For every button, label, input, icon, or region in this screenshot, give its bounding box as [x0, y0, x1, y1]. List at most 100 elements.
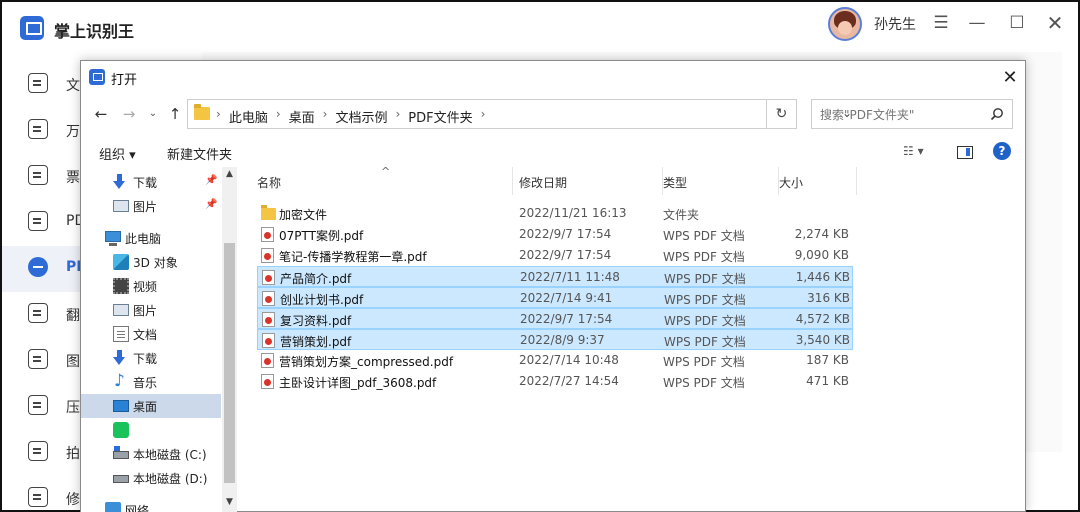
nav-pane-item[interactable]: 网络 [81, 498, 221, 512]
nav-pane-item[interactable]: 下载 [81, 346, 221, 370]
nav-pane-item[interactable]: 视频 [81, 274, 221, 298]
column-header-size-label: 大小 [779, 176, 804, 190]
column-header-type[interactable]: 类型 [663, 167, 779, 195]
file-row[interactable]: 笔记-传播学教程第一章.pdf 2022/9/7 17:54 WPS PDF 文档 9… [257, 245, 853, 266]
download-icon [113, 174, 129, 190]
file-row[interactable]: 营销策划.pdf 2022/8/9 9:37 WPS PDF 文档 3,540 KB [257, 329, 853, 350]
file-size: 4,572 KB [795, 312, 850, 326]
breadcrumb-item[interactable]: 桌面 [289, 107, 315, 126]
pdf-icon [28, 211, 48, 231]
column-header-type-label: 类型 [663, 176, 688, 190]
breadcrumb-separator-icon[interactable]: › [395, 107, 400, 126]
file-modified-date: 2022/9/7 17:54 [520, 312, 613, 326]
sidebar-item-0[interactable]: 文 [2, 62, 92, 108]
refresh-icon[interactable]: ↻ [767, 99, 797, 129]
minimize-icon[interactable]: — [964, 10, 990, 36]
file-row[interactable]: 产品简介.pdf 2022/7/11 11:48 WPS PDF 文档 1,446 K… [257, 266, 853, 287]
nav-pane-item[interactable]: 图片 [81, 298, 221, 322]
nav-pane-item[interactable]: 音乐 [81, 370, 221, 394]
breadcrumb-separator-icon[interactable]: › [323, 107, 328, 126]
breadcrumb-separator-icon[interactable]: › [481, 107, 486, 126]
breadcrumb-item[interactable]: PDF文件夹 [408, 107, 472, 126]
sidebar-item-3[interactable]: PD [2, 200, 92, 246]
file-size: 9,090 KB [794, 248, 849, 262]
change-view-icon[interactable]: ☷ ▾ [903, 144, 924, 158]
app-close-icon[interactable]: ✕ [1042, 10, 1068, 36]
user-avatar[interactable] [828, 7, 862, 41]
file-name: 营销策划方案_compressed.pdf [279, 355, 454, 369]
organize-menu-button[interactable]: 组织 ▾ [99, 144, 136, 163]
file-type: WPS PDF 文档 [663, 229, 745, 243]
pc-icon [105, 231, 121, 246]
breadcrumb-item[interactable]: 此电脑 [229, 107, 268, 126]
3d-icon [113, 254, 129, 270]
sidebar-item-7[interactable]: 压 [2, 384, 92, 430]
new-folder-button[interactable]: 新建文件夹 [167, 144, 232, 163]
sidebar-item-4[interactable]: PD [2, 246, 92, 292]
search-input[interactable] [820, 106, 980, 124]
breadcrumb-item[interactable]: 文档示例 [335, 107, 387, 126]
nav-pane-item[interactable] [81, 418, 221, 442]
dialog-close-icon[interactable]: ✕ [997, 65, 1023, 91]
navigation-scrollbar[interactable]: ▲ ▼ [222, 167, 237, 512]
help-icon[interactable]: ? [993, 142, 1011, 160]
forward-arrow-icon[interactable]: → [119, 103, 139, 125]
nav-pane-item-label: 音乐 [133, 376, 158, 390]
file-row[interactable]: 复习资料.pdf 2022/9/7 17:54 WPS PDF 文档 4,572 KB [257, 308, 853, 329]
maximize-icon[interactable]: ☐ [1004, 10, 1030, 36]
breadcrumb: › 此电脑 › 桌面 › 文档示例 › PDF文件夹 › [216, 107, 493, 126]
sidebar-item-5[interactable]: 翻 [2, 292, 92, 338]
nav-pane-item[interactable]: 图片 📌 [81, 194, 221, 218]
scroll-down-arrow-icon[interactable]: ▼ [222, 497, 237, 511]
scroll-thumb[interactable] [224, 243, 235, 483]
column-header-name[interactable]: 名称 ^ [257, 165, 513, 195]
translate-icon [28, 303, 48, 323]
user-name[interactable]: 孙先生 [874, 14, 916, 34]
file-row[interactable]: 加密文件 2022/11/21 16:13 文件夹 [257, 203, 853, 224]
nav-pane-item[interactable]: 文档 [81, 322, 221, 346]
nav-pane-item[interactable]: 本地磁盘 (D:) [81, 466, 221, 490]
breadcrumb-separator-icon[interactable]: › [216, 107, 221, 126]
sidebar-item-label: 图 [66, 354, 80, 370]
image-icon [28, 349, 48, 369]
app-title: 掌上识别王 [54, 22, 135, 41]
file-row[interactable]: 主卧设计详图_pdf_3608.pdf 2022/7/27 14:54 WPS PD… [257, 371, 853, 392]
scroll-up-arrow-icon[interactable]: ▲ [222, 169, 237, 183]
nav-pane-item[interactable]: 下载 📌 [81, 170, 221, 194]
nav-pane-item-label: 下载 [133, 352, 158, 366]
up-folder-arrow-icon[interactable]: ↑ [165, 103, 185, 125]
menu-icon[interactable]: ☰ [928, 10, 954, 36]
address-bar[interactable]: › 此电脑 › 桌面 › 文档示例 › PDF文件夹 › ⌄ [187, 99, 852, 129]
pin-icon[interactable]: 📌 [205, 199, 217, 210]
breadcrumb-separator-icon[interactable]: › [276, 107, 281, 126]
nav-pane-item[interactable]: 3D 对象 [81, 250, 221, 274]
dialog-titlebar: 打开 ✕ [81, 61, 1025, 93]
sidebar-item-2[interactable]: 票 [2, 154, 92, 200]
repair-icon [28, 487, 48, 507]
nav-pane-item[interactable]: 此电脑 [81, 226, 221, 250]
recent-locations-chevron-icon[interactable]: ⌄ [143, 103, 163, 125]
nav-pane-item[interactable]: 本地磁盘 (C:) [81, 442, 221, 466]
sidebar-item-1[interactable]: 万 [2, 108, 92, 154]
sidebar-item-6[interactable]: 图 [2, 338, 92, 384]
nav-pane-item[interactable]: 桌面 [81, 394, 221, 418]
back-arrow-icon[interactable]: ← [91, 103, 111, 125]
sidebar-item-9[interactable]: 修 [2, 476, 92, 512]
video-icon [113, 278, 129, 294]
pdf-file-icon [262, 270, 275, 285]
preview-pane-icon[interactable] [957, 146, 973, 159]
search-icon[interactable] [990, 107, 1004, 121]
camera-icon [28, 441, 48, 461]
sidebar-item-8[interactable]: 拍 [2, 430, 92, 476]
search-box[interactable] [811, 99, 1013, 129]
file-row[interactable]: 创业计划书.pdf 2022/7/14 9:41 WPS PDF 文档 316 KB [257, 287, 853, 308]
column-header-size[interactable]: 大小 [779, 167, 857, 195]
pdf-file-icon [262, 312, 275, 327]
pictures-icon [113, 304, 129, 316]
sidebar-item-label: 票 [66, 170, 80, 186]
pin-icon[interactable]: 📌 [205, 175, 217, 186]
column-header-date[interactable]: 修改日期 [519, 167, 663, 195]
file-list: 名称 ^ 修改日期 类型 大小 加密文件 2022/11/21 16:13 文件夹 0… [253, 165, 1027, 512]
file-row[interactable]: 营销策划方案_compressed.pdf 2022/7/14 10:48 WPS … [257, 350, 853, 371]
file-row[interactable]: 07PTT案例.pdf 2022/9/7 17:54 WPS PDF 文档 2,274… [257, 224, 853, 245]
